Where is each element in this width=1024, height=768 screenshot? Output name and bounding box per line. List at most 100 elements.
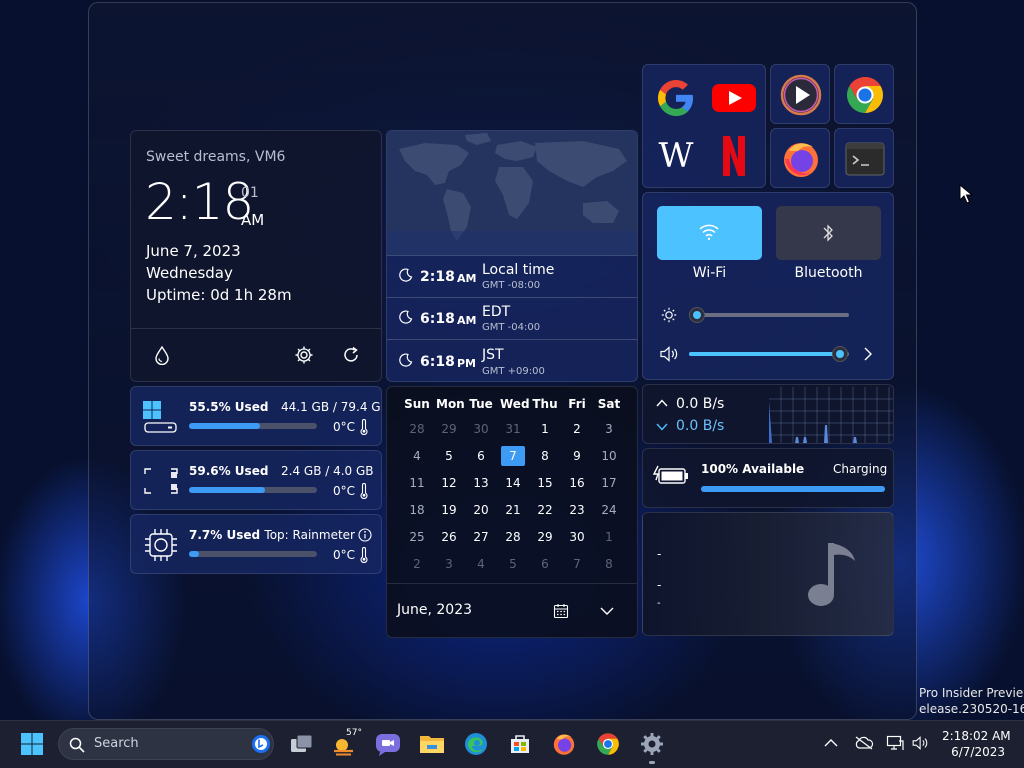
file-explorer-button[interactable] <box>418 730 446 758</box>
calendar-day[interactable]: 8 <box>596 554 622 574</box>
volume-icon <box>660 346 678 362</box>
brightness-slider-thumb[interactable] <box>689 307 705 323</box>
cloud-offline-icon[interactable] <box>854 736 874 750</box>
chevron-down-icon[interactable] <box>600 606 614 616</box>
calendar-day[interactable]: 10 <box>596 446 622 466</box>
calendar-day[interactable]: 18 <box>404 500 430 520</box>
moon-icon <box>399 268 413 282</box>
calendar-day[interactable]: 6 <box>468 446 494 466</box>
calendar-day[interactable]: 21 <box>500 500 526 520</box>
folder-icon <box>420 736 444 753</box>
calendar-day[interactable]: 9 <box>564 446 590 466</box>
wifi-toggle[interactable] <box>657 206 762 260</box>
calendar-day[interactable]: 28 <box>500 527 526 547</box>
media-widget: - - - <box>642 512 894 636</box>
wikipedia-icon[interactable]: W <box>651 131 701 181</box>
gear-icon[interactable] <box>294 345 314 365</box>
firefox-taskbar-button[interactable] <box>550 730 578 758</box>
taskbar-date[interactable]: 6/7/2023 <box>942 745 1005 759</box>
calendar-day[interactable]: 5 <box>436 446 462 466</box>
chevron-right-icon[interactable] <box>863 347 873 361</box>
calendar-day[interactable]: 5 <box>500 554 526 574</box>
teams-button[interactable] <box>374 730 402 758</box>
clock-seconds: 01 <box>241 185 259 201</box>
brightness-slider[interactable] <box>689 307 849 323</box>
edge-button[interactable] <box>462 730 490 758</box>
start-button[interactable] <box>18 730 46 758</box>
calendar-day[interactable]: 6 <box>532 554 558 574</box>
calendar-day[interactable]: 26 <box>436 527 462 547</box>
chevron-up-icon[interactable] <box>824 738 838 748</box>
chrome-taskbar-button[interactable] <box>594 730 622 758</box>
terminal-launcher[interactable] <box>834 128 894 188</box>
calendar-day[interactable]: 8 <box>532 446 558 466</box>
calendar-day[interactable]: 3 <box>596 419 622 439</box>
calendar-day[interactable]: 3 <box>436 554 462 574</box>
volume-slider-thumb[interactable] <box>831 346 848 362</box>
calendar-grid: 28 29 30 31 1 2 3 4 5 6 7 8 9 10 11 12 13 14 15 16 17 18 19 20 2… <box>387 419 637 589</box>
info-icon[interactable] <box>358 528 372 542</box>
world-zone-name: EDT <box>482 304 511 320</box>
cpu-temp: 0°C <box>333 548 356 562</box>
bluetooth-toggle[interactable] <box>776 206 881 260</box>
youtube-icon[interactable] <box>709 73 759 123</box>
google-icon[interactable] <box>651 73 701 123</box>
calendar-day[interactable]: 24 <box>596 500 622 520</box>
calendar-day[interactable]: 22 <box>532 500 558 520</box>
calendar-day[interactable]: 23 <box>564 500 590 520</box>
taskbar-search-box[interactable]: Search <box>58 728 274 760</box>
store-button[interactable] <box>506 730 534 758</box>
media-player-launcher[interactable] <box>770 64 830 124</box>
calendar-icon[interactable] <box>553 603 569 619</box>
bing-icon[interactable] <box>251 734 271 754</box>
task-view-button[interactable] <box>288 730 316 758</box>
calendar-day[interactable]: 4 <box>404 446 430 466</box>
calendar-day[interactable]: 19 <box>436 500 462 520</box>
calendar-day[interactable]: 13 <box>468 473 494 493</box>
world-ampm: AM <box>457 314 477 327</box>
weekday-label: Tue <box>469 397 493 411</box>
calendar-day[interactable]: 2 <box>404 554 430 574</box>
calendar-day[interactable]: 1 <box>596 527 622 547</box>
volume-slider[interactable] <box>689 346 849 362</box>
calendar-day[interactable]: 12 <box>436 473 462 493</box>
disk-widget: 55.5% Used 44.1 GB / 79.4 GB 0°C <box>130 386 382 446</box>
calendar-day[interactable]: 14 <box>500 473 526 493</box>
calendar-day[interactable]: 2 <box>564 419 590 439</box>
chrome-launcher[interactable] <box>834 64 894 124</box>
calendar-day[interactable]: 25 <box>404 527 430 547</box>
refresh-icon[interactable] <box>341 345 361 365</box>
calendar-day-today[interactable]: 7 <box>501 446 525 466</box>
calendar-day[interactable]: 29 <box>436 419 462 439</box>
calendar-day[interactable]: 29 <box>532 527 558 547</box>
media-artist: - <box>657 578 662 592</box>
battery-charging-icon <box>653 465 688 484</box>
calendar-day[interactable]: 11 <box>404 473 430 493</box>
calendar-day[interactable]: 1 <box>532 419 558 439</box>
cpu-widget: 7.7% Used Top: Rainmeter 0°C <box>130 514 382 574</box>
calendar-day[interactable]: 17 <box>596 473 622 493</box>
disk-temp: 0°C <box>333 420 356 434</box>
taskbar-time[interactable]: 2:18:02 AM <box>942 729 1011 743</box>
calendar-day[interactable]: 16 <box>564 473 590 493</box>
calendar-day[interactable]: 20 <box>468 500 494 520</box>
speaker-icon[interactable] <box>911 736 931 750</box>
battery-widget: 100% Available Charging <box>642 448 894 508</box>
settings-taskbar-button[interactable] <box>638 730 666 758</box>
calendar-day[interactable]: 30 <box>564 527 590 547</box>
netflix-icon[interactable] <box>709 131 759 181</box>
calendar-day[interactable]: 27 <box>468 527 494 547</box>
calendar-day[interactable]: 28 <box>404 419 430 439</box>
windows-logo-icon <box>21 733 43 755</box>
network-display-icon[interactable] <box>886 735 904 751</box>
water-drop-icon[interactable] <box>154 345 170 365</box>
calendar-day[interactable]: 30 <box>468 419 494 439</box>
battery-state: Charging <box>833 462 888 476</box>
calendar-day[interactable]: 31 <box>500 419 526 439</box>
calendar-day[interactable]: 15 <box>532 473 558 493</box>
firefox-launcher[interactable] <box>770 128 830 188</box>
calendar-day[interactable]: 7 <box>564 554 590 574</box>
clock-ampm: AM <box>241 211 265 229</box>
calendar-day[interactable]: 4 <box>468 554 494 574</box>
thermometer-icon <box>360 547 368 563</box>
